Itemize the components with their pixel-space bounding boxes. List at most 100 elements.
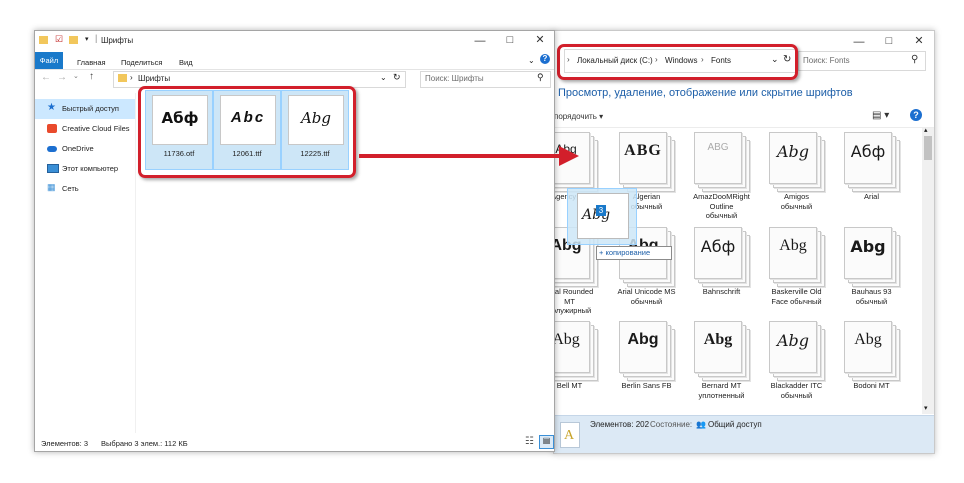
chevron-down-icon[interactable]: ⌄	[528, 56, 535, 65]
close-button[interactable]: ✕	[525, 33, 554, 46]
state-value: Общий доступ	[708, 420, 762, 429]
minimize-button[interactable]: —	[465, 35, 495, 47]
font-tile[interactable]: ABG AmazDooMRight Outline обычный	[684, 132, 759, 227]
font-name-line: Blackadder ITC	[770, 381, 823, 390]
properties-icon[interactable]: ☑	[55, 34, 63, 45]
sidebar-item-creative-cloud[interactable]: Creative Cloud Files	[35, 119, 135, 139]
recent-locations-icon[interactable]: ⌄	[73, 72, 79, 80]
breadcrumb-separator: ›	[130, 73, 133, 82]
font-file-icon: Абф	[694, 227, 750, 287]
arrange-button[interactable]: порядочить ▾	[554, 112, 603, 121]
font-preview: ABG	[624, 142, 662, 159]
font-tile[interactable]: Abg Bodoni MT	[834, 321, 909, 416]
sidebar-item-quick-access[interactable]: ★ Быстрый доступ	[35, 99, 135, 119]
help-icon[interactable]: ?	[540, 54, 550, 64]
items-count: Элементов: 3	[41, 439, 89, 448]
tab-file[interactable]: Файл	[35, 52, 63, 70]
folder-icon	[39, 36, 48, 44]
font-tile[interactable]: Abg Baskerville Old Face обычный	[759, 227, 834, 322]
font-tile[interactable]: Абф Bahnschrift	[684, 227, 759, 322]
details-view-icon[interactable]: ☷	[525, 436, 534, 447]
font-tile[interactable]: Abg Amigos обычный	[759, 132, 834, 227]
selection-info: Выбрано 3 элем.: 112 КБ	[101, 439, 188, 448]
computer-icon	[47, 164, 59, 173]
back-icon[interactable]: ←	[41, 72, 51, 83]
status-bar: Элементов: 3 Выбрано 3 элем.: 112 КБ ☷ ▤	[35, 433, 554, 451]
quick-access-dropdown-icon[interactable]: ▾	[85, 35, 89, 43]
font-tile[interactable]: Abg Bauhaus 93 обычный	[834, 227, 909, 322]
font-name-line: Face обычный	[771, 296, 822, 306]
window-title: Шрифты	[101, 36, 134, 45]
font-name-line: обычный	[780, 390, 813, 400]
forward-icon[interactable]: →	[57, 72, 67, 83]
sidebar-item-label: OneDrive	[62, 144, 94, 153]
font-name: Baskerville Old Face обычный	[759, 287, 834, 306]
new-folder-icon[interactable]	[69, 36, 78, 44]
page-heading[interactable]: Просмотр, удаление, отображение или скры…	[558, 87, 853, 99]
help-icon[interactable]: ?	[910, 109, 922, 121]
font-preview: Abg	[776, 331, 810, 350]
search-input[interactable]: Поиск: Шрифты ⚲	[420, 71, 551, 88]
font-name: Amigos обычный	[759, 192, 834, 211]
font-tile[interactable]: Abg Berlin Sans FB	[609, 321, 684, 416]
font-name: Blackadder ITC обычный	[759, 381, 834, 400]
scroll-down-icon[interactable]: ▾	[924, 404, 928, 412]
items-count: Элементов: 202	[590, 420, 650, 429]
arrow-icon	[359, 146, 579, 166]
font-name-line: MT	[564, 296, 575, 306]
sidebar-item-onedrive[interactable]: OneDrive	[35, 139, 135, 159]
font-file-icon: Abg	[769, 132, 825, 192]
font-name-line: Berlin Sans FB	[621, 381, 672, 390]
font-tile[interactable]: Абф Arial	[834, 132, 909, 227]
arrow-head	[559, 146, 579, 166]
font-name: AmazDooMRight Outline обычный	[684, 192, 759, 221]
font-name-line: Arial Unicode MS	[617, 287, 676, 296]
font-page-sheet	[694, 132, 742, 184]
font-tile[interactable]: Abg Bernard MT уплотненный	[684, 321, 759, 416]
scrollbar-thumb[interactable]	[924, 136, 932, 160]
maximize-button[interactable]: □	[495, 34, 525, 46]
font-file-icon: Abg	[694, 321, 750, 381]
font-name-line: обычный	[630, 296, 663, 306]
close-button[interactable]: ✕	[904, 34, 934, 47]
tab-view[interactable]: Вид	[179, 58, 193, 67]
font-name-line: обычный	[855, 296, 888, 306]
font-name-line: Bodoni MT	[853, 381, 890, 390]
minimize-button[interactable]: —	[844, 36, 874, 48]
up-icon[interactable]: ↑	[89, 71, 94, 82]
breadcrumb-fonts-folder[interactable]: Шрифты	[138, 74, 170, 83]
font-tile[interactable]: Abg Blackadder ITC обычный	[759, 321, 834, 416]
font-name-line: Bernard MT	[701, 381, 742, 390]
tab-share[interactable]: Поделиться	[121, 58, 162, 67]
folder-icon	[118, 74, 127, 82]
font-name-line: Arial Rounded	[553, 287, 594, 296]
scroll-up-icon[interactable]: ▴	[924, 126, 928, 134]
sidebar-item-this-pc[interactable]: Этот компьютер	[35, 159, 135, 179]
scrollbar[interactable]: ▴ ▾	[922, 126, 934, 414]
creative-cloud-icon	[47, 124, 57, 133]
font-name-line: обычный	[780, 201, 813, 211]
font-file-icon: Abg	[844, 321, 900, 381]
font-file-icon: Abg	[844, 227, 900, 287]
font-file-icon: Abg	[769, 227, 825, 287]
navigation-pane: ★ Быстрый доступ Creative Cloud Files On…	[35, 93, 136, 433]
search-placeholder: Поиск: Fonts	[803, 56, 850, 65]
view-options-icon[interactable]: ▤ ▾	[872, 110, 889, 121]
maximize-button[interactable]: □	[874, 35, 904, 47]
chevron-down-icon[interactable]: ⌄	[380, 73, 387, 82]
font-preview: Abg	[779, 237, 807, 254]
search-input[interactable]: Поиск: Fonts ⚲	[798, 51, 926, 71]
search-icon[interactable]: ⚲	[911, 54, 918, 65]
font-preview: Абф	[850, 142, 886, 161]
drag-count-badge: 3	[596, 205, 606, 216]
search-placeholder: Поиск: Шрифты	[425, 74, 484, 83]
state-label: Состояние:	[650, 420, 693, 429]
font-tile[interactable]: Abg Bell MT	[554, 321, 607, 416]
search-icon[interactable]: ⚲	[537, 72, 544, 83]
tab-home[interactable]: Главная	[77, 58, 106, 67]
large-icons-view-icon[interactable]: ▤	[539, 435, 554, 449]
font-name: Berlin Sans FB	[609, 381, 684, 391]
font-name-line: обычный	[705, 211, 738, 220]
sidebar-item-network[interactable]: ▦ Сеть	[35, 179, 135, 199]
refresh-icon[interactable]: ↻	[393, 72, 401, 83]
